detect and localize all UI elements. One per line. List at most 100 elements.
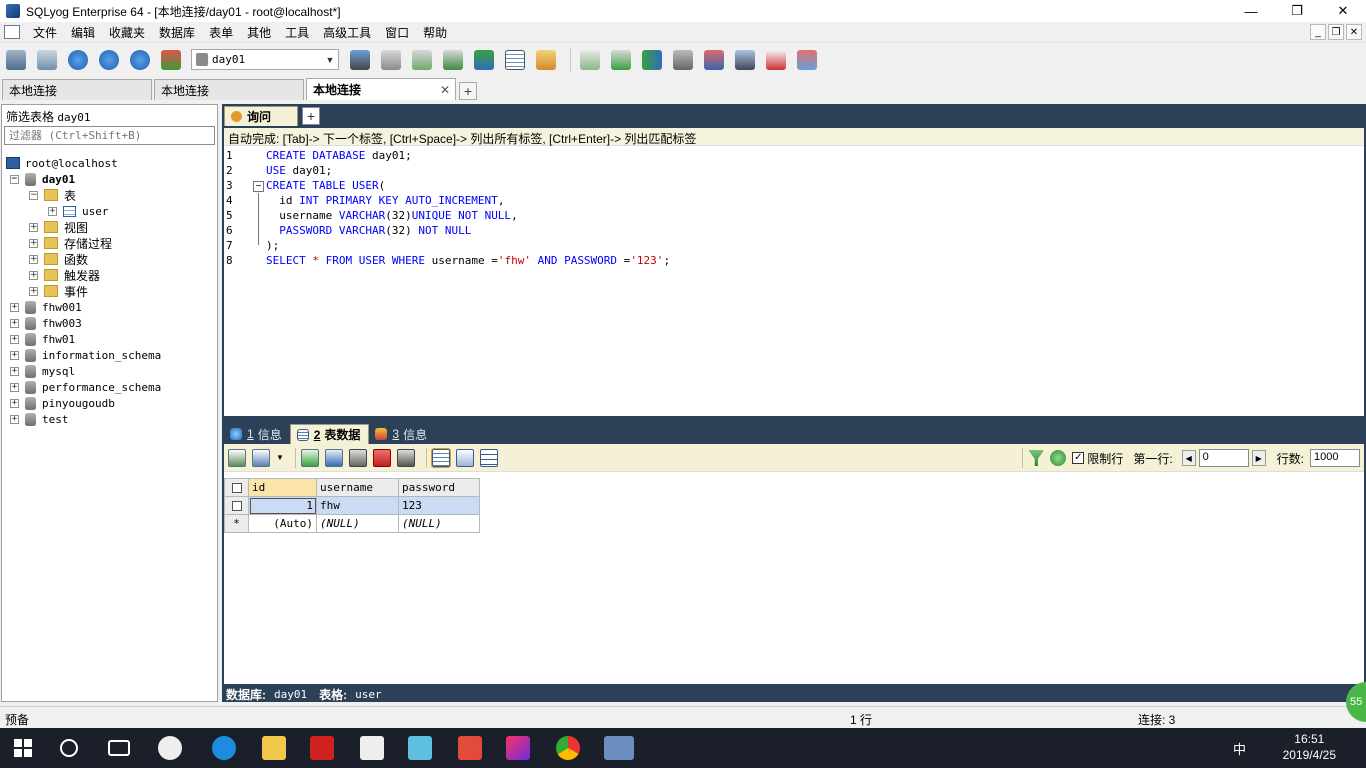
minimize-button[interactable]: — xyxy=(1228,0,1274,22)
tree-folder-functions[interactable]: + 函数 xyxy=(29,251,88,267)
sqlyog-taskbar-icon[interactable] xyxy=(604,736,634,760)
select-all-cell[interactable] xyxy=(224,478,249,497)
tree-db-performance-schema[interactable]: + performance_schema xyxy=(10,379,161,395)
tree-folder-procedures[interactable]: + 存储过程 xyxy=(29,235,112,251)
user-manager-button[interactable] xyxy=(347,47,373,73)
menu-tools[interactable]: 工具 xyxy=(278,24,316,41)
result-tab-messages[interactable]: 1 信息 xyxy=(224,424,290,444)
cell-username[interactable]: fhw xyxy=(316,496,399,515)
windows-start-icon[interactable] xyxy=(14,739,32,757)
expand-icon[interactable]: + xyxy=(29,270,38,280)
tree-root[interactable]: root@localhost xyxy=(6,155,118,171)
menu-file[interactable]: 文件 xyxy=(26,24,64,41)
limit-rows-checkbox[interactable]: ✓ xyxy=(1072,452,1085,464)
mdi-close-icon[interactable]: ✕ xyxy=(1346,24,1362,40)
collapse-icon[interactable]: − xyxy=(10,174,19,184)
expand-icon[interactable]: + xyxy=(10,318,19,328)
cell-id[interactable]: (Auto) xyxy=(248,514,317,533)
connection-tab-1[interactable]: 本地连接 xyxy=(2,79,152,100)
tree-db-fhw01[interactable]: + fhw01 xyxy=(10,331,75,347)
row-count-input[interactable]: 1000 xyxy=(1310,449,1360,467)
menu-advanced-tools[interactable]: 高级工具 xyxy=(316,24,378,41)
edge-browser-icon[interactable] xyxy=(212,736,236,760)
database-select[interactable]: day01 ▼ xyxy=(191,49,339,70)
migration-button[interactable] xyxy=(670,47,696,73)
xmind-icon[interactable] xyxy=(458,736,482,760)
tree-table-user[interactable]: + user xyxy=(48,203,109,219)
first-row-input[interactable]: 0 xyxy=(1198,449,1249,467)
restore-button[interactable] xyxy=(608,47,634,73)
search-icon[interactable] xyxy=(60,739,78,757)
connection-tab-3[interactable]: 本地连接 ✕ xyxy=(306,78,456,100)
menu-table[interactable]: 表单 xyxy=(202,24,240,41)
tree-db-mysql[interactable]: + mysql xyxy=(10,363,75,379)
refresh-object-button[interactable] xyxy=(158,47,184,73)
row-checkbox[interactable] xyxy=(231,501,242,511)
menu-other[interactable]: 其他 xyxy=(240,24,278,41)
ime-indicator[interactable]: 中 xyxy=(1233,739,1246,758)
new-row[interactable]: * (Auto) (NULL) (NULL) xyxy=(224,514,480,533)
expand-icon[interactable]: + xyxy=(10,302,19,312)
export-icon[interactable] xyxy=(228,448,246,467)
add-query-tab-button[interactable]: + xyxy=(302,107,320,125)
schema-button[interactable] xyxy=(533,47,559,73)
select-all-checkbox[interactable] xyxy=(231,483,242,493)
delete-icon[interactable] xyxy=(372,448,391,467)
maximize-button[interactable]: ❐ xyxy=(1274,0,1320,22)
youdao-icon[interactable] xyxy=(310,736,334,760)
expand-icon[interactable]: + xyxy=(29,254,38,264)
tree-db-pinyougoudb[interactable]: + pinyougoudb xyxy=(10,395,115,411)
form-view-icon[interactable] xyxy=(455,448,474,467)
expand-icon[interactable]: + xyxy=(29,222,38,232)
expand-icon[interactable]: + xyxy=(10,382,19,392)
cell-username[interactable]: (NULL) xyxy=(316,514,399,533)
expand-icon[interactable]: + xyxy=(10,334,19,344)
column-header-username[interactable]: username xyxy=(316,478,399,497)
sql-editor[interactable]: 1 CREATE DATABASE day01; 2 USE day01; 3 CRE… xyxy=(224,146,1364,416)
tree-folder-views[interactable]: + 视图 xyxy=(29,219,88,235)
row-selector[interactable] xyxy=(224,496,249,515)
mdi-restore-icon[interactable]: ❐ xyxy=(1328,24,1344,40)
text-view-icon[interactable] xyxy=(479,448,498,467)
import-button[interactable] xyxy=(471,47,497,73)
new-connection-plus-button[interactable] xyxy=(34,47,60,73)
refresh-icon[interactable] xyxy=(1050,450,1067,466)
import-data-icon[interactable] xyxy=(252,448,270,467)
close-button[interactable]: ✕ xyxy=(1320,0,1366,22)
system-clock[interactable]: 16:51 2019/4/25 xyxy=(1283,731,1336,763)
expand-icon[interactable]: + xyxy=(10,366,19,376)
table-grid-button[interactable] xyxy=(502,47,528,73)
table-row[interactable]: 1 fhw 123 xyxy=(224,496,480,515)
filter-input[interactable] xyxy=(4,126,215,145)
result-tab-info[interactable]: 3 信息 xyxy=(369,424,435,444)
backup-button[interactable] xyxy=(577,47,603,73)
menu-window[interactable]: 窗口 xyxy=(378,24,416,41)
collapse-icon[interactable]: − xyxy=(29,190,38,200)
tree-folder-tables[interactable]: − 表 xyxy=(29,187,76,203)
chevron-down-icon[interactable]: ▼ xyxy=(276,453,284,462)
menu-help[interactable]: 帮助 xyxy=(416,24,454,41)
grid-view-icon[interactable] xyxy=(430,447,451,468)
create-table-button[interactable] xyxy=(409,47,435,73)
result-tab-table-data[interactable]: 2 表数据 xyxy=(289,424,370,444)
add-connection-tab-button[interactable]: + xyxy=(459,82,477,100)
typora-icon[interactable] xyxy=(360,736,384,760)
document-icon[interactable] xyxy=(4,25,20,39)
menu-database[interactable]: 数据库 xyxy=(152,24,202,41)
tree-db-day01[interactable]: − day01 xyxy=(10,171,75,187)
new-connection-button[interactable] xyxy=(3,47,29,73)
expand-icon[interactable]: + xyxy=(10,350,19,360)
expand-icon[interactable]: + xyxy=(10,398,19,408)
copy-database-button[interactable] xyxy=(440,47,466,73)
tree-folder-events[interactable]: + 事件 xyxy=(29,283,88,299)
save-icon[interactable] xyxy=(348,448,367,467)
tree-db-fhw001[interactable]: + fhw001 xyxy=(10,299,82,315)
scheduler-button[interactable] xyxy=(701,47,727,73)
insert-row-icon[interactable] xyxy=(300,448,319,467)
cell-id[interactable]: 1 xyxy=(248,496,317,515)
close-tab-icon[interactable]: ✕ xyxy=(440,83,450,97)
tree-db-fhw003[interactable]: + fhw003 xyxy=(10,315,82,331)
tree-db-information-schema[interactable]: + information_schema xyxy=(10,347,161,363)
notifications-button[interactable] xyxy=(732,47,758,73)
expand-icon[interactable]: + xyxy=(29,286,38,296)
